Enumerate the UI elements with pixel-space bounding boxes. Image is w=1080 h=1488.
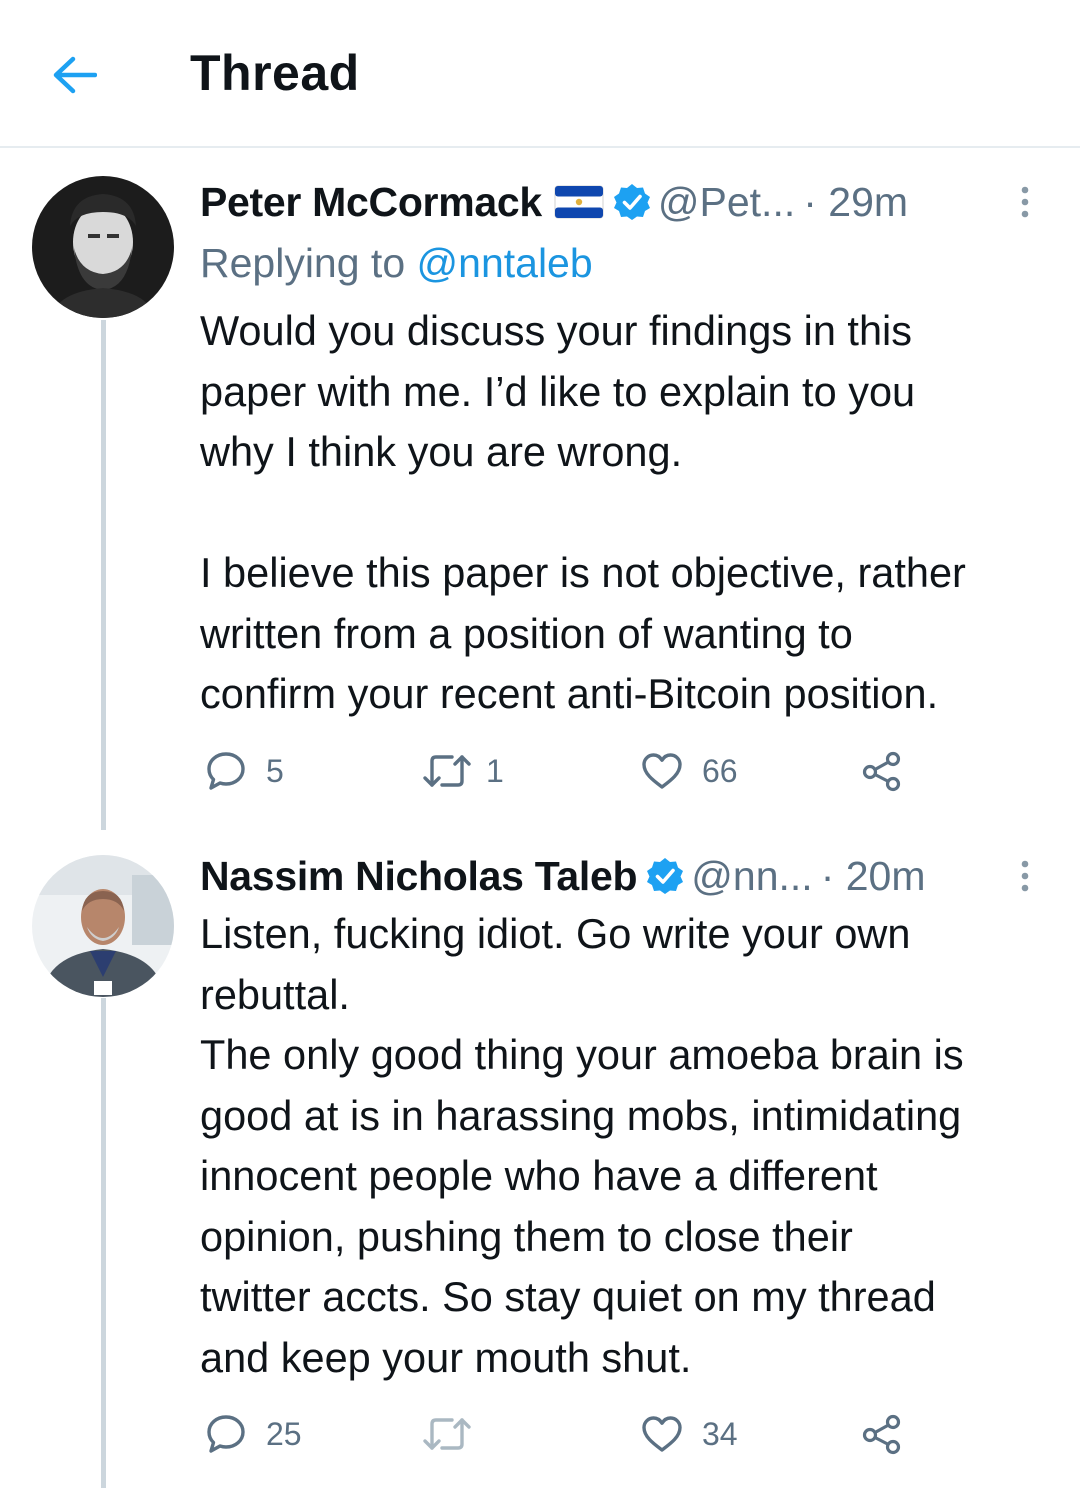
top-app-bar: Thread xyxy=(0,0,1080,148)
more-vertical-icon xyxy=(1021,860,1029,892)
reply-button[interactable]: 25 xyxy=(204,1409,302,1459)
share-button[interactable] xyxy=(860,746,904,796)
display-name[interactable]: Nassim Nicholas Taleb xyxy=(200,853,638,900)
retweet-button[interactable]: 1 xyxy=(422,746,504,796)
reply-icon xyxy=(207,1415,245,1453)
retweet-count: 1 xyxy=(486,752,504,789)
like-button[interactable]: 34 xyxy=(640,1409,738,1459)
verified-badge-icon xyxy=(612,182,652,222)
reply-count: 5 xyxy=(266,752,284,789)
arrow-left-icon xyxy=(53,56,97,94)
retweet-icon xyxy=(423,755,471,787)
reply-count: 25 xyxy=(266,1415,302,1452)
avatar[interactable] xyxy=(32,855,174,997)
like-button[interactable]: 66 xyxy=(640,746,738,796)
more-vertical-icon xyxy=(1021,186,1029,218)
user-handle[interactable]: @nn... xyxy=(691,853,812,900)
like-count: 66 xyxy=(702,752,738,789)
tweet-text: Listen, fucking idiot. Go write your own… xyxy=(200,910,964,1381)
retweet-icon xyxy=(423,1418,471,1450)
el-salvador-flag-icon xyxy=(554,185,604,219)
heart-icon xyxy=(642,1416,682,1452)
share-icon xyxy=(862,1414,901,1455)
tweet-header: Peter McCormack @Pet... · 29m xyxy=(200,177,908,227)
user-handle[interactable]: @Pet... xyxy=(658,179,795,226)
mention-link[interactable]: @nntaleb xyxy=(417,240,593,286)
reply-icon xyxy=(207,752,245,790)
more-options-button[interactable] xyxy=(1010,177,1040,227)
verified-badge-icon xyxy=(645,856,685,896)
avatar[interactable] xyxy=(32,176,174,318)
replying-label: Replying to xyxy=(200,240,406,286)
tweet[interactable]: Peter McCormack @Pet... · 29m Replying t… xyxy=(0,150,1080,830)
thread-connector xyxy=(101,998,106,1488)
heart-icon xyxy=(642,753,682,789)
retweet-button[interactable] xyxy=(422,1409,490,1459)
share-button[interactable] xyxy=(860,1409,904,1459)
tweet-text: Would you discuss your findings in this … xyxy=(200,307,966,717)
timestamp[interactable]: · 29m xyxy=(803,179,908,226)
timestamp[interactable]: · 20m xyxy=(821,853,926,900)
tweet-header: Nassim Nicholas Taleb @nn... · 20m xyxy=(200,851,926,901)
reply-button[interactable]: 5 xyxy=(204,746,284,796)
more-options-button[interactable] xyxy=(1010,851,1040,901)
replying-to-line: Replying to @nntaleb xyxy=(200,240,593,287)
back-button[interactable] xyxy=(44,50,104,100)
thread-connector xyxy=(101,320,106,830)
page-title: Thread xyxy=(190,45,360,101)
share-icon xyxy=(862,751,901,792)
tweet[interactable]: Nassim Nicholas Taleb @nn... · 20m Liste… xyxy=(0,830,1080,1488)
display-name[interactable]: Peter McCormack xyxy=(200,179,542,226)
profile-photo xyxy=(32,176,174,318)
profile-photo xyxy=(32,855,174,997)
like-count: 34 xyxy=(702,1415,738,1452)
